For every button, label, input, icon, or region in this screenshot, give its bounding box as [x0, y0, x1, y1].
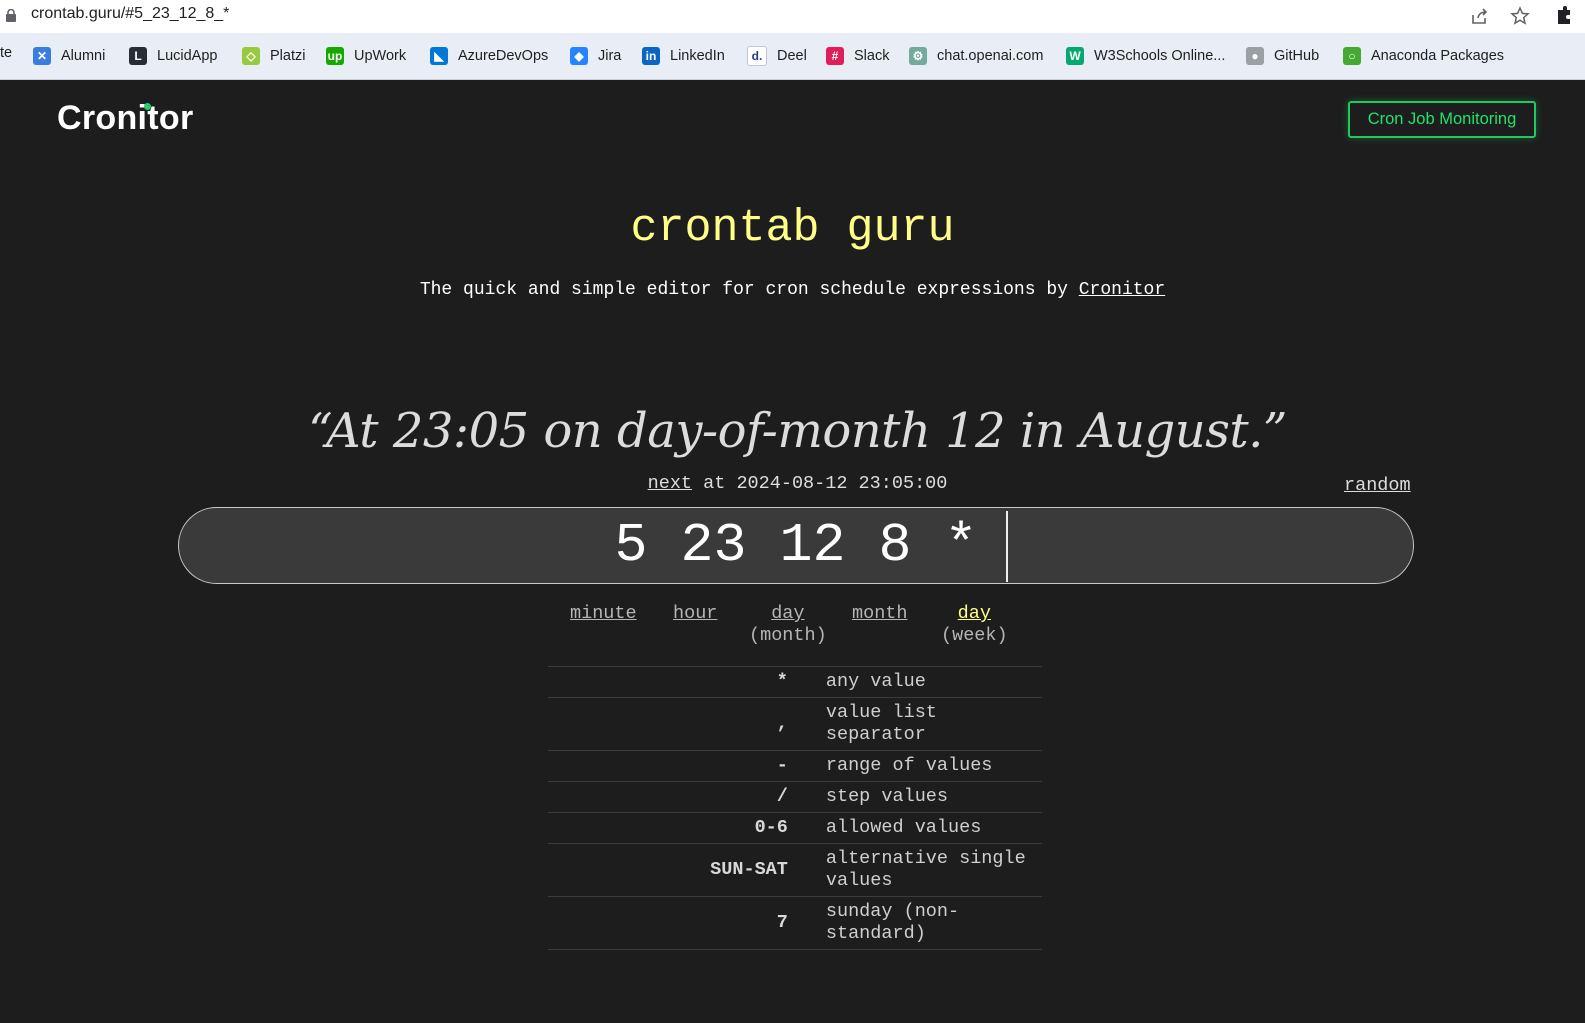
upwork-icon: up: [326, 47, 344, 65]
bookmark-label: UpWork: [354, 48, 407, 64]
table-row: 0-6 allowed values: [548, 812, 1042, 844]
table-row: * any value: [548, 666, 1042, 698]
cron-job-monitoring-button[interactable]: Cron Job Monitoring: [1348, 101, 1536, 138]
deel-icon: d.: [747, 46, 767, 66]
bookmark-label: Slack: [854, 48, 890, 64]
platzi-icon: ◇: [242, 47, 260, 65]
cron-expression-input[interactable]: [179, 508, 1413, 583]
syntax-reference-table: * any value , value list separator - range …: [548, 666, 1042, 950]
field-sub: (month): [749, 625, 827, 646]
bookmark-slack[interactable]: # Slack: [826, 45, 889, 67]
field-day-week[interactable]: day (week): [941, 603, 1008, 647]
azuredevops-icon: ◣: [430, 47, 448, 65]
slack-icon: #: [826, 47, 844, 65]
page-subtitle: The quick and simple editor for cron sch…: [0, 280, 1585, 300]
bookmark-label: AzureDevOps: [458, 48, 549, 64]
ref-description: any value: [825, 671, 926, 692]
bookmark-w3schools-online[interactable]: W W3Schools Online...: [1066, 45, 1225, 67]
browser-url-bar: crontab.guru/#5_23_12_8_*: [0, 0, 1585, 33]
bookmark-label: LucidApp: [157, 48, 218, 64]
field-sub: (week): [941, 625, 1008, 646]
page-title: crontab guru: [630, 203, 955, 254]
next-link[interactable]: next: [648, 473, 692, 494]
bookmark-azuredevops[interactable]: ◣ AzureDevOps: [430, 45, 548, 67]
text-caret: [1006, 511, 1008, 582]
field-name[interactable]: hour: [673, 603, 717, 625]
ref-description: allowed values: [825, 817, 982, 838]
anaconda-icon: ○: [1343, 47, 1361, 65]
ref-symbol: ,: [776, 713, 788, 734]
w3schools-icon: W: [1066, 47, 1084, 65]
bookmark-deel[interactable]: d. Deel: [747, 45, 807, 67]
table-row: - range of values: [548, 750, 1042, 782]
field-day-month[interactable]: day (month): [749, 603, 827, 647]
bookmark-upwork[interactable]: up UpWork: [326, 45, 406, 67]
ref-symbol: *: [776, 671, 788, 692]
bookmark-truncated[interactable]: te: [0, 45, 12, 61]
address-bar-text[interactable]: crontab.guru/#5_23_12_8_*: [31, 5, 229, 23]
next-run-time: at 2024-08-12 23:05:00: [692, 473, 948, 494]
bookmark-label: Platzi: [270, 48, 306, 64]
bookmark-label: chat.openai.com: [937, 48, 1044, 64]
bookmark-label: GitHub: [1274, 48, 1320, 64]
bookmark-jira[interactable]: ◆ Jira: [570, 45, 621, 67]
lock-icon: [6, 9, 16, 22]
bookmark-label: Anaconda Packages: [1371, 48, 1505, 64]
lucidapp-icon: L: [129, 47, 147, 65]
linkedin-icon: in: [642, 47, 660, 65]
ref-description: sunday (non-standard): [825, 901, 960, 944]
ref-description: alternative single values: [825, 848, 1026, 891]
bookmark-lucidapp[interactable]: L LucidApp: [129, 45, 217, 67]
ref-description: range of values: [825, 755, 993, 776]
subtitle-text: The quick and simple editor for cron sch…: [419, 280, 1079, 300]
bookmark-platzi[interactable]: ◇ Platzi: [242, 45, 305, 67]
ref-description: step values: [825, 786, 948, 807]
openai-icon: ⚙: [909, 47, 927, 65]
bookmarks-bar: te ✕ Alumni L LucidApp ◇ Platzi up UpWork ◣ Azure…: [0, 33, 1585, 80]
github-icon: ●: [1246, 47, 1264, 65]
alumni-icon: ✕: [33, 47, 51, 65]
table-row: / step values: [548, 781, 1042, 813]
bookmark-label: Jira: [598, 48, 622, 64]
field-name[interactable]: minute: [570, 603, 637, 625]
ref-symbol: /: [776, 786, 788, 807]
bookmark-alumni[interactable]: ✕ Alumni: [33, 45, 105, 67]
ref-symbol: -: [776, 755, 788, 776]
bookmark-label: LinkedIn: [670, 48, 725, 64]
ref-symbol: 0-6: [754, 817, 788, 838]
field-month[interactable]: month: [852, 603, 908, 625]
field-hour[interactable]: hour: [673, 603, 717, 625]
jira-icon: ◆: [570, 47, 588, 65]
bookmark-label: Alumni: [61, 48, 106, 64]
bookmark-linkedin[interactable]: in LinkedIn: [642, 45, 725, 67]
share-icon[interactable]: [1470, 6, 1490, 26]
bookmark-github[interactable]: ● GitHub: [1246, 45, 1319, 67]
bookmark-star-icon[interactable]: [1510, 6, 1530, 26]
ref-symbol: SUN-SAT: [710, 859, 788, 880]
cron-expression-box[interactable]: [178, 507, 1414, 584]
bookmark-anaconda-packages[interactable]: ○ Anaconda Packages: [1343, 45, 1504, 67]
table-row: , value list separator: [548, 697, 1042, 751]
cronitor-link[interactable]: Cronitor: [1079, 280, 1165, 300]
field-name[interactable]: day: [941, 603, 1008, 625]
cronitor-logo[interactable]: Cronitor: [57, 99, 194, 138]
ref-symbol: 7: [776, 912, 788, 933]
field-name[interactable]: month: [852, 603, 908, 625]
field-name[interactable]: day: [749, 603, 827, 625]
human-readable-schedule: “At 23:05 on day-of-month 12 in August.”: [308, 403, 1287, 459]
bookmark-label: W3Schools Online...: [1094, 48, 1226, 64]
extensions-icon[interactable]: [1556, 6, 1570, 26]
random-link[interactable]: random: [1344, 475, 1411, 496]
bookmark-chat-openai-com[interactable]: ⚙ chat.openai.com: [909, 45, 1043, 67]
ref-description: value list separator: [825, 702, 937, 745]
logo-dot: [144, 103, 151, 110]
bookmark-label: Deel: [777, 48, 807, 64]
field-minute[interactable]: minute: [570, 603, 637, 625]
table-row: 7 sunday (non-standard): [548, 896, 1042, 950]
table-row: SUN-SAT alternative single values: [548, 843, 1042, 897]
